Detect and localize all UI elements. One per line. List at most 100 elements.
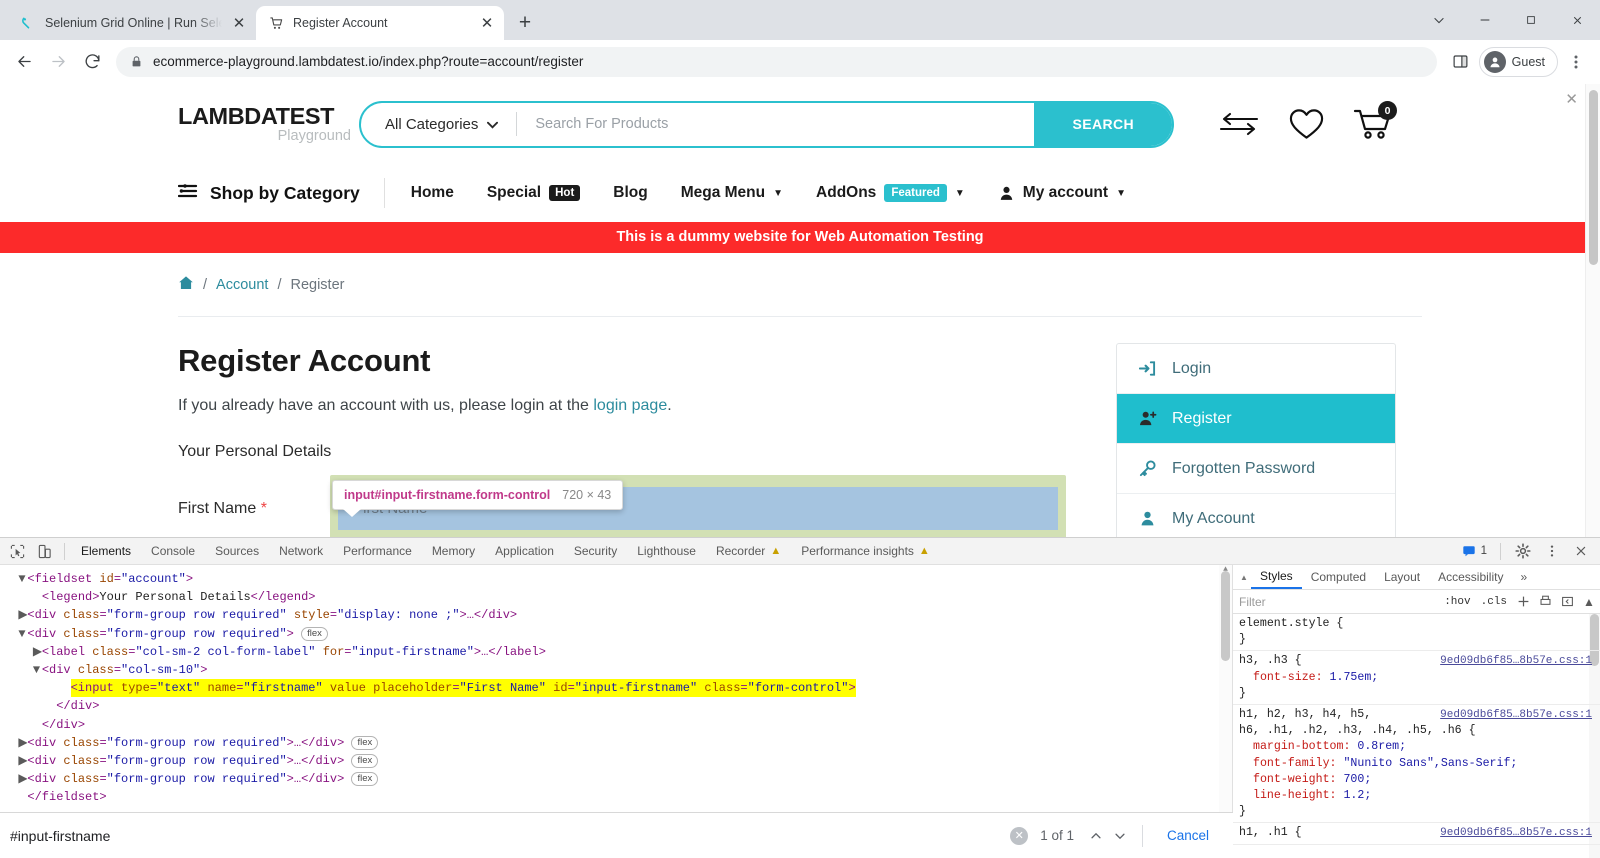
dom-tree-line[interactable]: ▼ <div class="col-sm-10">: [0, 661, 1232, 679]
chevron-up-icon[interactable]: ▲: [1578, 591, 1600, 613]
styles-tab-layout[interactable]: Layout: [1375, 565, 1429, 589]
browser-tab-2[interactable]: Register Account ✕: [256, 6, 504, 40]
compare-arrows-icon[interactable]: [1218, 109, 1260, 139]
message-count-chip[interactable]: 1: [1457, 544, 1492, 558]
style-rule-selector[interactable]: element.style {: [1239, 616, 1594, 632]
style-rule[interactable]: 9ed09db6f85…8b57e.css:1 h1, .h1 {: [1233, 823, 1600, 845]
dom-scrollbar-thumb[interactable]: [1221, 571, 1230, 661]
devtools-tab-lighthouse[interactable]: Lighthouse: [627, 538, 706, 564]
styles-filter-input[interactable]: Filter: [1239, 595, 1439, 609]
style-rule-source-link[interactable]: 9ed09db6f85…8b57e.css:1: [1440, 707, 1592, 723]
search-button[interactable]: SEARCH: [1034, 102, 1172, 146]
new-tab-button[interactable]: +: [510, 8, 540, 38]
close-window-button[interactable]: [1554, 0, 1600, 40]
kebab-menu-icon[interactable]: [1560, 46, 1592, 78]
dom-tree-line[interactable]: ▶<div class="form-group row required" st…: [0, 606, 1232, 624]
more-tabs-icon[interactable]: »: [1512, 570, 1535, 584]
page-scrollbar[interactable]: [1585, 84, 1600, 545]
style-rule[interactable]: element.style {}: [1233, 614, 1600, 652]
dom-tree-line[interactable]: ▶<label class="col-sm-2 col-form-label" …: [0, 643, 1232, 661]
nav-item-blog[interactable]: Blog: [613, 184, 647, 202]
plus-icon[interactable]: [1512, 591, 1534, 613]
nav-item-my-account[interactable]: My account ▼: [998, 184, 1126, 202]
clear-icon[interactable]: ✕: [1010, 826, 1029, 845]
nav-item-mega-menu[interactable]: Mega Menu ▼: [681, 184, 783, 202]
dom-tree[interactable]: ▲ ▼ ▼<fieldset id="account"> <legend>You…: [0, 565, 1232, 837]
chevron-up-icon[interactable]: ▲: [1237, 573, 1251, 582]
chevron-down-icon[interactable]: [1108, 823, 1132, 849]
devtools-tab-elements[interactable]: Elements: [71, 538, 141, 564]
side-panel-icon[interactable]: [1445, 46, 1477, 78]
back-icon[interactable]: [8, 46, 40, 78]
devtools-tab-performance-insights[interactable]: Performance insights ▲: [791, 538, 940, 564]
devtools-tab-network[interactable]: Network: [269, 538, 333, 564]
devtools-tab-security[interactable]: Security: [564, 538, 627, 564]
page-notice-close-icon[interactable]: ✕: [1565, 90, 1578, 108]
shop-by-category-button[interactable]: Shop by Category: [177, 183, 360, 204]
heart-icon[interactable]: [1288, 107, 1325, 141]
breadcrumb-item-account[interactable]: Account: [216, 277, 268, 293]
print-icon[interactable]: [1534, 591, 1556, 613]
flex-badge[interactable]: flex: [351, 772, 379, 787]
dom-tree-line[interactable]: <legend>Your Personal Details</legend>: [0, 588, 1232, 606]
nav-item-addons[interactable]: AddOns Featured ▼: [816, 184, 965, 202]
site-logo[interactable]: LAMBDATEST Playground: [178, 104, 353, 144]
style-rule-selector[interactable]: h6, .h1, .h2, .h3, .h4, .h5, .h6 {: [1239, 723, 1594, 739]
close-icon[interactable]: ✕: [230, 14, 248, 32]
find-input[interactable]: #input-firstname: [10, 828, 1010, 844]
browser-tab-1[interactable]: Selenium Grid Online | Run Selen ✕: [8, 6, 256, 40]
hov-toggle[interactable]: :hov: [1439, 596, 1475, 608]
reload-icon[interactable]: [76, 46, 108, 78]
style-rule-source-link[interactable]: 9ed09db6f85…8b57e.css:1: [1440, 825, 1592, 841]
devtools-tab-recorder[interactable]: Recorder ▲: [706, 538, 791, 564]
category-select[interactable]: All Categories: [361, 116, 516, 133]
flex-badge[interactable]: flex: [351, 735, 379, 750]
chevron-down-icon[interactable]: ▼: [33, 661, 42, 679]
style-rule[interactable]: 9ed09db6f85…8b57e.css:1 h3, .h3 {font-siz…: [1233, 651, 1600, 706]
login-page-link[interactable]: login page: [593, 397, 667, 414]
address-bar[interactable]: ecommerce-playground.lambdatest.io/index…: [116, 46, 1437, 77]
close-icon[interactable]: [1567, 538, 1594, 564]
flex-badge[interactable]: flex: [351, 753, 379, 768]
panel-toggle-icon[interactable]: [1556, 591, 1578, 613]
style-declaration[interactable]: line-height: 1.2;: [1239, 788, 1594, 804]
devtools-tab-memory[interactable]: Memory: [422, 538, 485, 564]
search-input[interactable]: Search For Products: [517, 116, 1034, 132]
page-scrollbar-thumb[interactable]: [1589, 90, 1598, 265]
chevron-right-icon[interactable]: ▶: [33, 643, 42, 661]
gear-icon[interactable]: [1509, 538, 1536, 564]
style-declaration[interactable]: font-family: "Nunito Sans",Sans-Serif;: [1239, 756, 1594, 772]
home-icon[interactable]: [178, 275, 194, 295]
style-declaration[interactable]: margin-bottom: 0.8rem;: [1239, 739, 1594, 755]
dom-scrollbar[interactable]: ▲ ▼: [1219, 565, 1232, 837]
sidebar-item-forgotten-password[interactable]: Forgotten Password: [1117, 444, 1395, 494]
styles-tab-computed[interactable]: Computed: [1302, 565, 1375, 589]
style-rule-source-link[interactable]: 9ed09db6f85…8b57e.css:1: [1440, 653, 1592, 669]
device-toggle-icon[interactable]: [31, 538, 58, 564]
minimize-button[interactable]: [1462, 0, 1508, 40]
cls-toggle[interactable]: .cls: [1476, 596, 1512, 608]
nav-item-home[interactable]: Home: [411, 184, 454, 202]
profile-chip[interactable]: Guest: [1478, 46, 1558, 77]
dom-tree-line[interactable]: </fieldset>: [0, 788, 1232, 806]
dom-tree-line[interactable]: ▶<div class="form-group row required">…<…: [0, 752, 1232, 770]
style-declaration[interactable]: font-weight: 700;: [1239, 772, 1594, 788]
dom-tree-line[interactable]: ▼ <div class="form-group row required"> f…: [0, 625, 1232, 643]
dom-tree-line[interactable]: ▶<div class="form-group row required">…<…: [0, 734, 1232, 752]
cart-icon[interactable]: 0: [1353, 101, 1397, 141]
chevron-down-icon[interactable]: [1416, 0, 1462, 40]
inspect-cursor-icon[interactable]: [4, 538, 31, 564]
styles-tab-accessibility[interactable]: Accessibility: [1429, 565, 1512, 589]
find-cancel-button[interactable]: Cancel: [1153, 828, 1223, 843]
nav-item-special[interactable]: Special Hot: [487, 184, 581, 202]
devtools-tab-sources[interactable]: Sources: [205, 538, 269, 564]
style-declaration[interactable]: font-size: 1.75em;: [1239, 670, 1594, 686]
close-icon[interactable]: ✕: [478, 14, 496, 32]
sidebar-item-register[interactable]: Register: [1117, 394, 1395, 444]
maximize-button[interactable]: [1508, 0, 1554, 40]
dom-tree-line[interactable]: ▼ <fieldset id="account">: [0, 570, 1232, 588]
kebab-menu-icon[interactable]: [1538, 538, 1565, 564]
devtools-tab-application[interactable]: Application: [485, 538, 564, 564]
dom-tree-line[interactable]: </div>: [0, 716, 1232, 734]
devtools-tab-performance[interactable]: Performance: [333, 538, 422, 564]
